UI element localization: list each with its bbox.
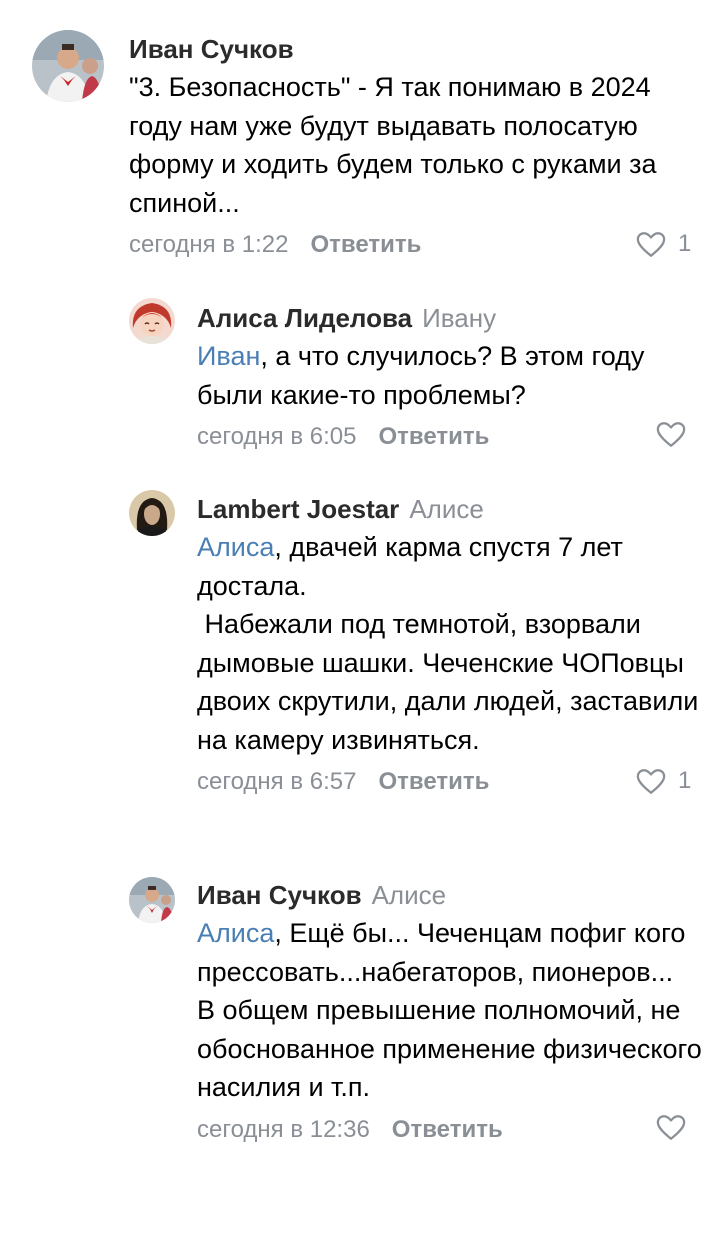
avatar[interactable] — [129, 298, 175, 344]
like-button[interactable] — [656, 421, 686, 448]
comment-meta: сегодня в 1:22 Ответить 1 — [129, 230, 699, 260]
author-name[interactable]: Lambert Joestar — [197, 494, 399, 524]
reply-button[interactable]: Ответить — [378, 768, 489, 795]
comment-text: Иван, а что случилось? В этом году были … — [197, 337, 702, 414]
reply-to-label[interactable]: Алисе — [409, 494, 484, 524]
like-button[interactable]: 1 — [636, 229, 691, 259]
heart-icon — [636, 231, 666, 257]
like-count: 1 — [678, 767, 692, 794]
author-line: Иван Сучков — [129, 33, 699, 65]
timestamp: сегодня в 6:57 — [197, 768, 357, 795]
comment-meta: сегодня в 6:57 Ответить 1 — [197, 767, 702, 797]
mention-link[interactable]: Алиса — [197, 532, 274, 562]
reply-to-label[interactable]: Алисе — [372, 880, 447, 910]
author-name[interactable]: Иван Сучков — [197, 880, 362, 910]
timestamp: сегодня в 1:22 — [129, 231, 289, 258]
comment-body: , а что случилось? В этом году были каки… — [197, 341, 652, 410]
author-line: Иван Сучков Алисе — [197, 879, 702, 911]
author-line: Алиса Лиделова Ивану — [197, 302, 702, 334]
user-portrait-icon — [129, 490, 175, 536]
reply-button[interactable]: Ответить — [310, 231, 421, 258]
comment-text: Алиса, двачей карма спустя 7 лет достала… — [197, 528, 702, 759]
heart-icon — [656, 1114, 686, 1140]
like-button[interactable]: 1 — [636, 766, 691, 796]
author-line: Lambert Joestar Алисе — [197, 493, 702, 525]
comment-meta: сегодня в 6:05 Ответить — [197, 422, 702, 452]
user-photo-icon — [129, 877, 175, 923]
comment-body: "3. Безопасность" - Я так понимаю в 2024… — [129, 72, 665, 218]
comment-body: , двачей карма спустя 7 лет достала. Наб… — [197, 532, 699, 755]
user-photo-icon — [32, 30, 104, 102]
comment-text: Алиса, Ещё бы... Чеченцам пофиг кого пре… — [197, 914, 702, 1107]
reply-button[interactable]: Ответить — [392, 1116, 503, 1143]
heart-icon — [636, 768, 666, 794]
reply-button[interactable]: Ответить — [378, 423, 489, 450]
avatar[interactable] — [32, 30, 104, 102]
like-button[interactable] — [656, 1114, 686, 1141]
mention-link[interactable]: Алиса — [197, 918, 274, 948]
timestamp: сегодня в 12:36 — [197, 1115, 370, 1143]
author-name[interactable]: Алиса Лиделова — [197, 303, 412, 333]
like-count: 1 — [678, 230, 692, 257]
avatar[interactable] — [129, 490, 175, 536]
comment-body: , Ещё бы... Чеченцам пофиг кого прессова… — [197, 918, 702, 1102]
anime-character-icon — [129, 298, 175, 344]
reply-to-label[interactable]: Ивану — [422, 303, 496, 333]
timestamp: сегодня в 6:05 — [197, 423, 357, 450]
comment-text: "3. Безопасность" - Я так понимаю в 2024… — [129, 68, 699, 222]
author-name[interactable]: Иван Сучков — [129, 34, 294, 64]
mention-link[interactable]: Иван — [197, 341, 260, 371]
avatar[interactable] — [129, 877, 175, 923]
comment-meta: сегодня в 12:36 Ответить — [197, 1114, 702, 1145]
heart-icon — [656, 422, 686, 447]
